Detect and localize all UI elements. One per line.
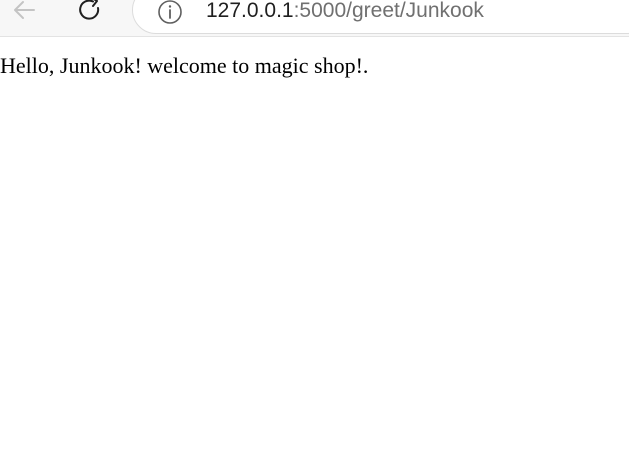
url-path: :5000/greet/Junkook [293,0,484,22]
arrow-left-icon [14,1,35,19]
site-info-button[interactable] [156,0,184,26]
url-text[interactable]: 127.0.0.1:5000/greet/Junkook [206,0,484,24]
url-host: 127.0.0.1 [206,0,294,22]
info-circle-icon [158,0,182,24]
browser-toolbar: 127.0.0.1:5000/greet/Junkook [0,0,629,37]
reload-button[interactable] [72,0,108,28]
reload-icon [79,0,100,20]
greeting-text: Hello, Junkook! welcome to magic shop!. [0,53,369,78]
back-button[interactable] [6,0,42,28]
